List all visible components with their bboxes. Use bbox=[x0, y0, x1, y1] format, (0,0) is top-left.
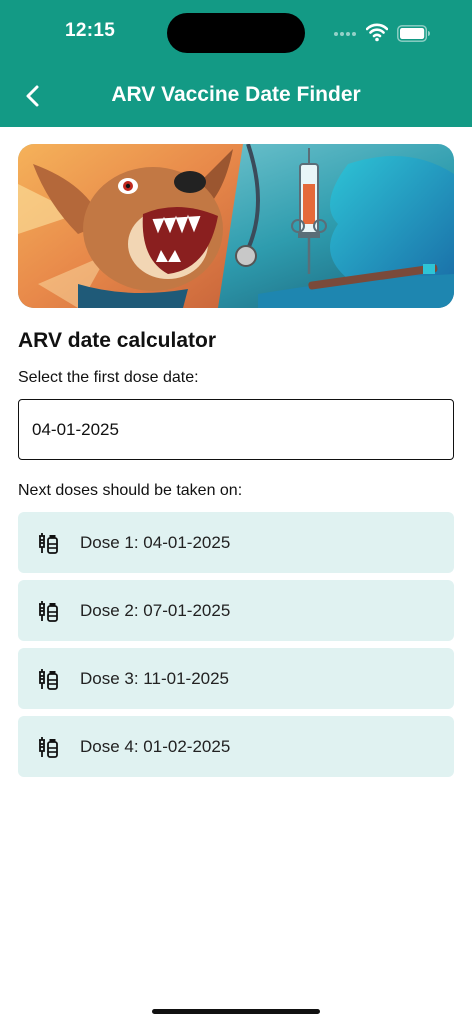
page-title: ARV Vaccine Date Finder bbox=[111, 83, 361, 106]
dose-item[interactable]: Dose 1: 04-01-2025 bbox=[18, 512, 454, 573]
dose-item[interactable]: Dose 3: 11-01-2025 bbox=[18, 648, 454, 709]
status-icons bbox=[334, 22, 434, 44]
battery-icon bbox=[397, 25, 430, 42]
vaccine-vial-icon bbox=[39, 668, 58, 690]
vaccine-vial-icon bbox=[39, 600, 58, 622]
banner-image bbox=[18, 144, 454, 308]
dynamic-island bbox=[167, 13, 305, 53]
dose-text: Dose 1: 04-01-2025 bbox=[80, 532, 231, 552]
section-title: ARV date calculator bbox=[18, 329, 217, 352]
first-dose-label: Select the first dose date: bbox=[18, 369, 199, 386]
dose-item[interactable]: Dose 2: 07-01-2025 bbox=[18, 580, 454, 641]
vaccine-vial-icon bbox=[39, 532, 58, 554]
app-header: 12:15 ARV Vaccine Date Finder bbox=[0, 0, 472, 127]
home-indicator[interactable] bbox=[152, 1009, 320, 1014]
first-dose-date-input[interactable] bbox=[18, 399, 454, 460]
status-time: 12:15 bbox=[65, 20, 116, 41]
wifi-icon bbox=[366, 23, 388, 42]
dose-text: Dose 4: 01-02-2025 bbox=[80, 736, 231, 756]
vaccine-vial-icon bbox=[39, 736, 58, 758]
dose-text: Dose 2: 07-01-2025 bbox=[80, 600, 231, 620]
dose-item[interactable]: Dose 4: 01-02-2025 bbox=[18, 716, 454, 777]
dose-text: Dose 3: 11-01-2025 bbox=[80, 668, 230, 688]
cellular-signal-icon bbox=[334, 32, 358, 36]
next-doses-label: Next doses should be taken on: bbox=[18, 482, 243, 499]
